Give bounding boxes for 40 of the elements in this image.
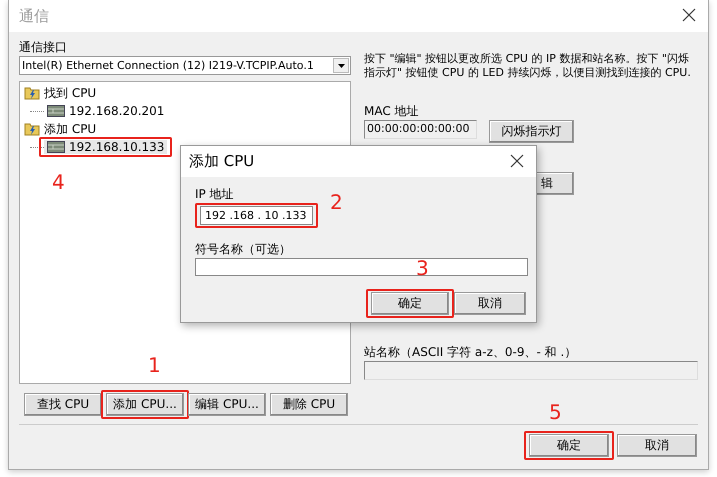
close-icon <box>682 8 696 22</box>
field-label: 通信接口 <box>19 40 68 54</box>
step-number: 5 <box>549 400 562 424</box>
tree-item[interactable]: 192.168.20.201 <box>44 104 168 118</box>
info-text: 按下 "编辑" 按钮以更改所选 CPU 的 IP 数据和站名称。按下 "闪烁指示灯" 按钮使 CPU 的 LED 持续闪烁，以便目测找到连接的 CPU. <box>364 52 692 80</box>
dialog-button[interactable]: 取消 <box>454 292 526 315</box>
step-number: 4 <box>52 170 65 194</box>
step-number: 3 <box>416 256 429 280</box>
tree-item[interactable]: 192.168.10.133 <box>44 140 168 154</box>
cpu-button[interactable]: 删除 CPU <box>270 393 348 416</box>
close-icon <box>510 154 524 168</box>
step-number: 2 <box>330 190 343 214</box>
ip-label: IP 地址 <box>195 187 235 201</box>
mac-label: MAC 地址 <box>364 104 420 118</box>
device-icon <box>47 105 65 117</box>
close-button[interactable] <box>682 8 698 24</box>
interface-dropdown[interactable]: Intel(R) Ethernet Connection (12) I219-V.TCPIP.Auto.1 <box>19 56 351 75</box>
step-number: 1 <box>148 353 161 377</box>
dialog-button[interactable]: 取消 <box>617 434 697 457</box>
cpu-button[interactable]: 添加 CPU... <box>106 393 184 416</box>
dialog-title: 添加 CPU <box>189 152 254 171</box>
cpu-button[interactable]: 编辑 CPU... <box>188 393 266 416</box>
ip-field[interactable]: 192 .168 . 10 .133 <box>200 206 313 225</box>
name-label: 符号名称（可选） <box>195 242 292 256</box>
mac-field: 00:00:00:00:00:00 <box>364 120 477 139</box>
dialog-button[interactable]: 确定 <box>371 292 449 315</box>
station-label: 站名称（ASCII 字符 a-z、0-9、- 和 .） <box>364 345 578 359</box>
folder-icon <box>24 122 40 136</box>
blink-button[interactable]: 闪烁指示灯 <box>489 120 574 143</box>
close-button[interactable] <box>510 154 526 170</box>
tree-node[interactable]: 添加 CPU <box>44 120 96 138</box>
name-field[interactable] <box>195 258 528 276</box>
device-icon <box>47 141 65 153</box>
dialog-button[interactable]: 确定 <box>529 434 609 457</box>
folder-icon <box>24 86 40 100</box>
cpu-button[interactable]: 查找 CPU <box>24 393 102 416</box>
tree-node[interactable]: 找到 CPU <box>44 84 96 102</box>
window-title: 通信 <box>19 6 49 26</box>
caret-icon <box>338 64 344 68</box>
dropdown-button[interactable] <box>333 58 349 73</box>
